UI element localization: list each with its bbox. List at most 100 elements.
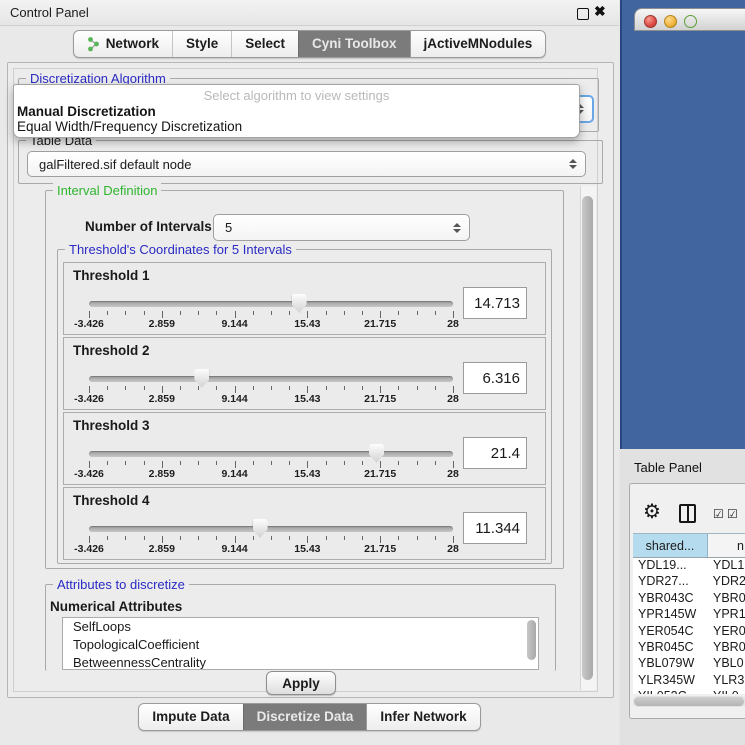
threshold-value-field[interactable]: 21.4 [463,437,527,469]
slider-tick [216,461,217,465]
slider-tick [398,386,399,390]
threshold-label: Threshold 3 [73,418,150,433]
table-hscrollbar-track[interactable] [633,696,745,707]
cell-name: YPR1 [707,607,745,623]
slider-tick [216,311,217,315]
threshold-label: Threshold 1 [73,268,150,283]
attributes-list[interactable]: SelfLoopsTopologicalCoefficientBetweenne… [62,617,539,670]
tab-jactivemnodules[interactable]: jActiveMNodules [410,31,546,57]
tab-cyni-toolbox[interactable]: Cyni Toolbox [298,31,410,57]
slider-tick-label: 2.859 [130,468,194,480]
network-window-titlebar [634,8,745,31]
slider-tick [344,311,345,315]
column-header-shared-name[interactable]: shared... [633,534,708,557]
slider-tick [453,461,454,468]
threshold-value-field[interactable]: 11.344 [463,512,527,544]
threshold-value-field[interactable]: 6.316 [463,362,527,394]
table-row[interactable]: YPR145WYPR1 [633,607,745,623]
slider-tick [216,536,217,540]
table-row[interactable]: YER054CYER0 [633,624,745,640]
settings-scrollbar-thumb[interactable] [582,196,593,680]
tab-style[interactable]: Style [172,31,231,57]
dropdown-option-equal-width[interactable]: Equal Width/Frequency Discretization [17,119,572,134]
slider-tick [453,536,454,543]
table-row[interactable]: YIL052CYIL0 [633,689,745,694]
table-row[interactable]: YLR345WYLR3 [633,673,745,689]
gear-icon[interactable]: ⚙ [643,502,661,522]
num-intervals-combo[interactable]: 5 [213,214,470,241]
slider-tick [362,461,363,465]
attribute-list-item[interactable]: SelfLoops [63,618,538,636]
slider-tick [253,311,254,315]
close-icon[interactable]: ✖ [594,3,606,20]
attribute-list-item[interactable]: TopologicalCoefficient [63,636,538,654]
threshold-slider-thumb[interactable] [369,444,384,463]
threshold-slider-track[interactable] [89,526,453,532]
cell-shared-name: YBR043C [633,591,707,607]
slider-tick [362,386,363,390]
dropdown-option-manual[interactable]: Manual Discretization [17,104,572,119]
zoom-traffic-light-icon[interactable] [684,15,697,28]
slider-tick [162,461,163,468]
cell-shared-name: YBR045C [633,640,707,656]
threshold-slider-track[interactable] [89,451,453,457]
threshold-slider-thumb[interactable] [253,519,268,538]
numerical-attributes-label: Numerical Attributes [50,599,182,614]
cell-name: YER0 [707,624,745,640]
slider-tick [144,311,145,315]
table-hscrollbar-thumb[interactable] [634,697,744,706]
table-row[interactable]: YDR27...YDR2 [633,574,745,590]
threshold-slider-thumb[interactable] [292,294,307,313]
checkbox-icon[interactable]: ☑ [713,507,724,521]
num-intervals-label: Number of Intervals [85,219,212,234]
apply-button[interactable]: Apply [266,671,336,695]
cell-shared-name: YDL19... [633,558,707,574]
table-data-combo[interactable]: galFiltered.sif default node [27,151,586,177]
node-table[interactable]: shared... n YDL19...YDL1YDR27...YDR2YBR0… [633,533,745,694]
threshold-slider-thumb[interactable] [194,369,209,388]
table-row[interactable]: YBR045CYBR0 [633,640,745,656]
slider-tick-label: -3.426 [57,393,121,405]
column-header-name[interactable]: n [708,534,745,557]
float-window-icon[interactable] [577,8,589,20]
slider-tick-label: -3.426 [57,543,121,555]
threshold-slider-track[interactable] [89,376,453,382]
table-row[interactable]: YBR043CYBR0 [633,591,745,607]
slider-tick [344,461,345,465]
tab-impute-data[interactable]: Impute Data [139,704,242,730]
cell-name: YLR3 [707,673,745,689]
threshold-value-field[interactable]: 14.713 [463,287,527,319]
threshold-slider-track[interactable] [89,301,453,307]
attributes-group-title: Attributes to discretize [53,577,189,592]
table-row[interactable]: YBL079WYBL0 [633,656,745,672]
thresholds-group-title: Threshold's Coordinates for 5 Intervals [65,242,296,257]
slider-tick-label: 9.144 [203,468,267,480]
slider-tick [216,386,217,390]
close-traffic-light-icon[interactable] [644,15,657,28]
slider-tick [307,536,308,543]
slider-tick [89,536,90,543]
slider-tick [380,386,381,393]
slider-tick [435,386,436,390]
minimize-traffic-light-icon[interactable] [664,15,677,28]
attribute-list-item[interactable]: BetweennessCentrality [63,654,538,670]
table-row[interactable]: YDL19...YDL1 [633,558,745,574]
slider-tick-label: 21.715 [348,318,412,330]
threshold-panel: Threshold 3-3.4262.8599.14415.4321.71528… [63,412,546,485]
columns-icon[interactable] [679,504,696,523]
tab-discretize-data[interactable]: Discretize Data [243,704,367,730]
slider-tick [362,311,363,315]
tab-select[interactable]: Select [231,31,298,57]
attributes-list-scrollbar[interactable] [527,620,536,660]
control-panel-window: Control Panel ✖ Network Style Select Cyn… [0,0,619,745]
tab-infer-network[interactable]: Infer Network [366,704,479,730]
checkbox-icon[interactable]: ☑ [727,507,738,521]
cyni-bottom-tabs: Impute Data Discretize Data Infer Networ… [0,703,619,728]
slider-tick [289,461,290,465]
slider-tick [398,536,399,540]
slider-tick [398,461,399,465]
slider-tick-label: 28 [421,393,485,405]
slider-tick [125,386,126,390]
tab-network[interactable]: Network [74,31,172,57]
slider-tick [289,311,290,315]
